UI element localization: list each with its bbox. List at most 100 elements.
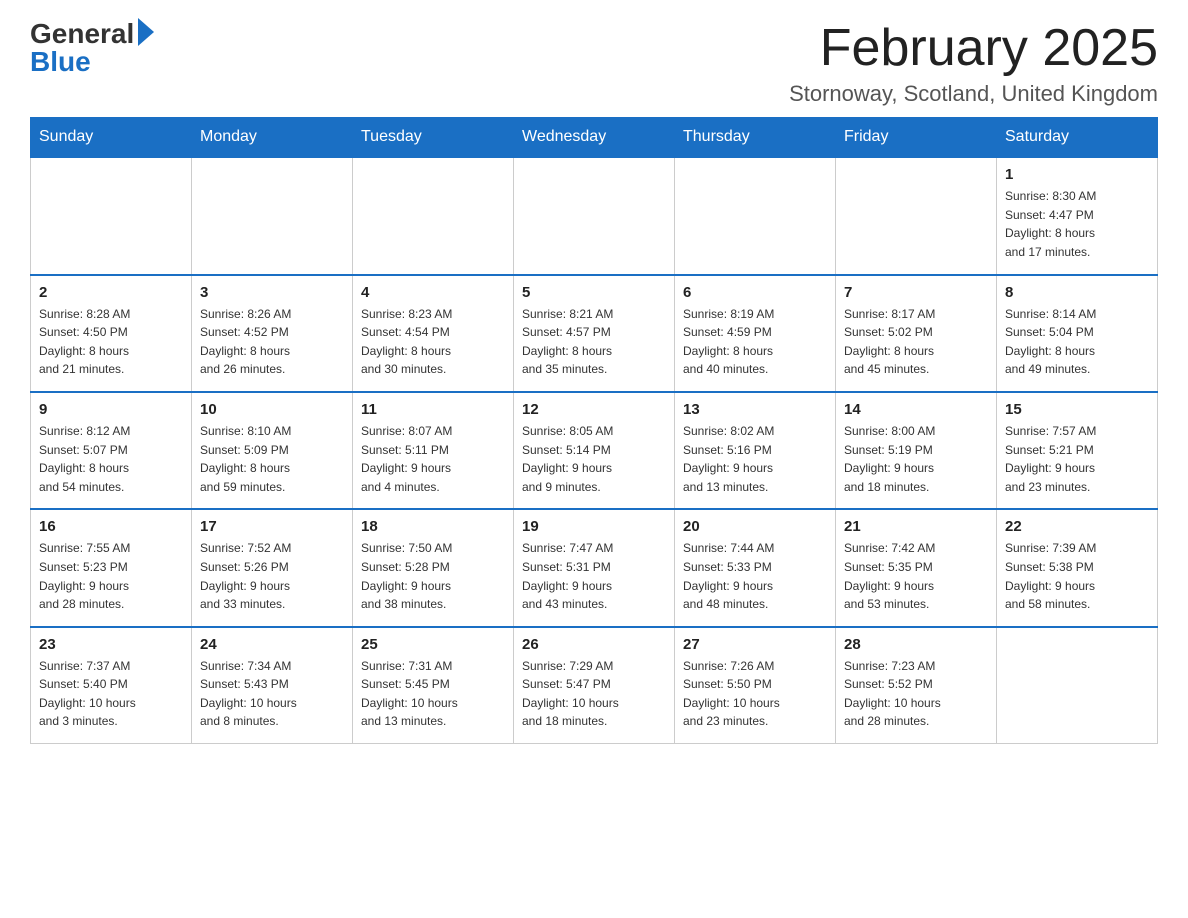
day-info: Sunrise: 8:02 AM Sunset: 5:16 PM Dayligh… xyxy=(683,422,827,496)
day-number: 10 xyxy=(200,401,344,418)
calendar-cell: 24 Sunrise: 7:34 AM Sunset: 5:43 PM Dayli… xyxy=(192,627,353,744)
calendar-cell: 14 Sunrise: 8:00 AM Sunset: 5:19 PM Dayli… xyxy=(836,392,997,509)
location-subtitle: Stornoway, Scotland, United Kingdom xyxy=(789,81,1158,107)
calendar-cell: 8Sunrise: 8:14 AM Sunset: 5:04 PM Daylig… xyxy=(997,275,1158,392)
calendar-cell xyxy=(514,157,675,274)
calendar-cell: 17 Sunrise: 7:52 AM Sunset: 5:26 PM Dayli… xyxy=(192,509,353,626)
day-info: Sunrise: 8:28 AM Sunset: 4:50 PM Dayligh… xyxy=(39,305,183,379)
day-info: Sunrise: 8:10 AM Sunset: 5:09 PM Dayligh… xyxy=(200,422,344,496)
day-number: 5 xyxy=(522,284,666,301)
day-number: 24 xyxy=(200,636,344,653)
logo-blue: Blue xyxy=(30,48,91,76)
calendar-cell xyxy=(31,157,192,274)
calendar-week-row: 23 Sunrise: 7:37 AM Sunset: 5:40 PM Dayli… xyxy=(31,627,1158,744)
day-number: 17 xyxy=(200,518,344,535)
calendar-week-row: 2 Sunrise: 8:28 AM Sunset: 4:50 PM Daylig… xyxy=(31,275,1158,392)
day-info: Sunrise: 8:00 AM Sunset: 5:19 PM Dayligh… xyxy=(844,422,988,496)
calendar-cell: 1 Sunrise: 8:30 AM Sunset: 4:47 PM Daylig… xyxy=(997,157,1158,274)
weekday-header-sunday: Sunday xyxy=(31,118,192,158)
calendar-cell: 10 Sunrise: 8:10 AM Sunset: 5:09 PM Dayli… xyxy=(192,392,353,509)
day-info: Sunrise: 7:57 AM Sunset: 5:21 PM Dayligh… xyxy=(1005,422,1149,496)
day-info: Sunrise: 7:39 AM Sunset: 5:38 PM Dayligh… xyxy=(1005,539,1149,613)
day-info: Sunrise: 8:14 AM Sunset: 5:04 PM Dayligh… xyxy=(1005,305,1149,379)
calendar-cell: 15 Sunrise: 7:57 AM Sunset: 5:21 PM Dayli… xyxy=(997,392,1158,509)
day-number: 13 xyxy=(683,401,827,418)
day-number: 16 xyxy=(39,518,183,535)
calendar-cell: 28 Sunrise: 7:23 AM Sunset: 5:52 PM Dayli… xyxy=(836,627,997,744)
weekday-header-tuesday: Tuesday xyxy=(353,118,514,158)
day-info: Sunrise: 7:55 AM Sunset: 5:23 PM Dayligh… xyxy=(39,539,183,613)
day-info: Sunrise: 8:12 AM Sunset: 5:07 PM Dayligh… xyxy=(39,422,183,496)
calendar-cell: 6 Sunrise: 8:19 AM Sunset: 4:59 PM Daylig… xyxy=(675,275,836,392)
day-number: 20 xyxy=(683,518,827,535)
calendar-cell: 5 Sunrise: 8:21 AM Sunset: 4:57 PM Daylig… xyxy=(514,275,675,392)
day-info: Sunrise: 8:19 AM Sunset: 4:59 PM Dayligh… xyxy=(683,305,827,379)
weekday-header-wednesday: Wednesday xyxy=(514,118,675,158)
day-number: 26 xyxy=(522,636,666,653)
weekday-header-monday: Monday xyxy=(192,118,353,158)
calendar-week-row: 9 Sunrise: 8:12 AM Sunset: 5:07 PM Daylig… xyxy=(31,392,1158,509)
day-number: 9 xyxy=(39,401,183,418)
page-header: General Blue February 2025 Stornoway, Sc… xyxy=(30,20,1158,107)
calendar-cell: 26 Sunrise: 7:29 AM Sunset: 5:47 PM Dayli… xyxy=(514,627,675,744)
day-info: Sunrise: 8:26 AM Sunset: 4:52 PM Dayligh… xyxy=(200,305,344,379)
day-number: 19 xyxy=(522,518,666,535)
day-info: Sunrise: 7:47 AM Sunset: 5:31 PM Dayligh… xyxy=(522,539,666,613)
calendar-cell xyxy=(836,157,997,274)
day-info: Sunrise: 8:21 AM Sunset: 4:57 PM Dayligh… xyxy=(522,305,666,379)
calendar-cell xyxy=(675,157,836,274)
weekday-header-friday: Friday xyxy=(836,118,997,158)
calendar-cell xyxy=(192,157,353,274)
calendar-cell xyxy=(353,157,514,274)
day-number: 3 xyxy=(200,284,344,301)
calendar-cell: 2 Sunrise: 8:28 AM Sunset: 4:50 PM Daylig… xyxy=(31,275,192,392)
day-info: Sunrise: 7:44 AM Sunset: 5:33 PM Dayligh… xyxy=(683,539,827,613)
calendar-cell: 13 Sunrise: 8:02 AM Sunset: 5:16 PM Dayli… xyxy=(675,392,836,509)
calendar-cell: 27 Sunrise: 7:26 AM Sunset: 5:50 PM Dayli… xyxy=(675,627,836,744)
calendar-cell: 16 Sunrise: 7:55 AM Sunset: 5:23 PM Dayli… xyxy=(31,509,192,626)
logo: General Blue xyxy=(30,20,154,76)
day-info: Sunrise: 7:29 AM Sunset: 5:47 PM Dayligh… xyxy=(522,657,666,731)
day-info: Sunrise: 7:26 AM Sunset: 5:50 PM Dayligh… xyxy=(683,657,827,731)
calendar-cell: 12 Sunrise: 8:05 AM Sunset: 5:14 PM Dayli… xyxy=(514,392,675,509)
day-number: 23 xyxy=(39,636,183,653)
calendar-cell: 25 Sunrise: 7:31 AM Sunset: 5:45 PM Dayli… xyxy=(353,627,514,744)
day-info: Sunrise: 8:30 AM Sunset: 4:47 PM Dayligh… xyxy=(1005,187,1149,261)
calendar-cell: 18Sunrise: 7:50 AM Sunset: 5:28 PM Dayli… xyxy=(353,509,514,626)
day-info: Sunrise: 8:23 AM Sunset: 4:54 PM Dayligh… xyxy=(361,305,505,379)
day-number: 1 xyxy=(1005,166,1149,183)
day-info: Sunrise: 7:23 AM Sunset: 5:52 PM Dayligh… xyxy=(844,657,988,731)
day-number: 4 xyxy=(361,284,505,301)
calendar-table: SundayMondayTuesdayWednesdayThursdayFrid… xyxy=(30,117,1158,744)
day-number: 11 xyxy=(361,401,505,418)
day-info: Sunrise: 7:37 AM Sunset: 5:40 PM Dayligh… xyxy=(39,657,183,731)
logo-general: General xyxy=(30,20,134,48)
day-info: Sunrise: 7:50 AM Sunset: 5:28 PM Dayligh… xyxy=(361,539,505,613)
day-info: Sunrise: 7:34 AM Sunset: 5:43 PM Dayligh… xyxy=(200,657,344,731)
calendar-cell: 7Sunrise: 8:17 AM Sunset: 5:02 PM Daylig… xyxy=(836,275,997,392)
day-number: 22 xyxy=(1005,518,1149,535)
day-number: 15 xyxy=(1005,401,1149,418)
calendar-week-row: 16 Sunrise: 7:55 AM Sunset: 5:23 PM Dayli… xyxy=(31,509,1158,626)
calendar-cell: 3 Sunrise: 8:26 AM Sunset: 4:52 PM Daylig… xyxy=(192,275,353,392)
day-info: Sunrise: 8:05 AM Sunset: 5:14 PM Dayligh… xyxy=(522,422,666,496)
day-number: 14 xyxy=(844,401,988,418)
day-number: 25 xyxy=(361,636,505,653)
day-info: Sunrise: 8:07 AM Sunset: 5:11 PM Dayligh… xyxy=(361,422,505,496)
calendar-header-row: SundayMondayTuesdayWednesdayThursdayFrid… xyxy=(31,118,1158,158)
day-number: 2 xyxy=(39,284,183,301)
day-info: Sunrise: 7:52 AM Sunset: 5:26 PM Dayligh… xyxy=(200,539,344,613)
day-info: Sunrise: 7:31 AM Sunset: 5:45 PM Dayligh… xyxy=(361,657,505,731)
day-number: 12 xyxy=(522,401,666,418)
day-number: 28 xyxy=(844,636,988,653)
calendar-cell: 4 Sunrise: 8:23 AM Sunset: 4:54 PM Daylig… xyxy=(353,275,514,392)
calendar-cell: 22 Sunrise: 7:39 AM Sunset: 5:38 PM Dayli… xyxy=(997,509,1158,626)
weekday-header-saturday: Saturday xyxy=(997,118,1158,158)
day-number: 27 xyxy=(683,636,827,653)
title-section: February 2025 Stornoway, Scotland, Unite… xyxy=(789,20,1158,107)
day-number: 7 xyxy=(844,284,988,301)
calendar-cell: 23 Sunrise: 7:37 AM Sunset: 5:40 PM Dayli… xyxy=(31,627,192,744)
calendar-cell: 11 Sunrise: 8:07 AM Sunset: 5:11 PM Dayli… xyxy=(353,392,514,509)
logo-triangle-icon xyxy=(138,18,154,46)
day-number: 6 xyxy=(683,284,827,301)
